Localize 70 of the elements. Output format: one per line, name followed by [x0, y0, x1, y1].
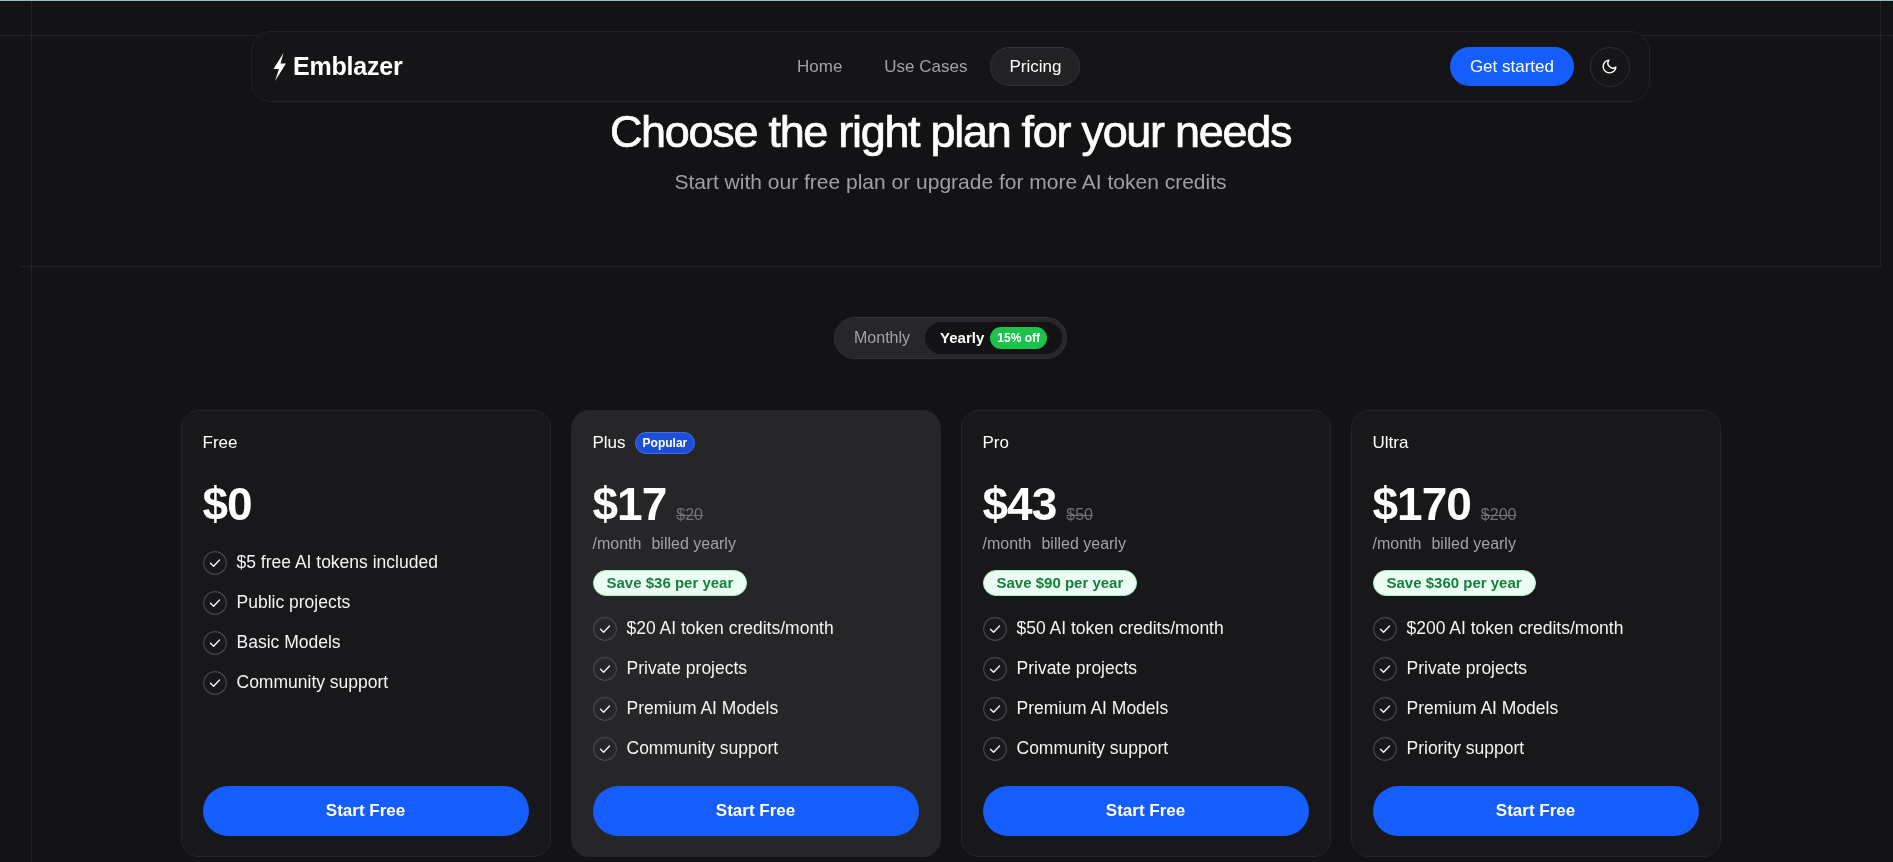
billing-option[interactable]: Yearly 15% off [925, 321, 1062, 354]
price-period: /month [982, 533, 1032, 554]
plan-price: $170 [1372, 477, 1471, 531]
start-button[interactable]: Start Free [982, 785, 1309, 836]
feature-text: Premium AI Models [1406, 698, 1559, 720]
billing-note: billed yearly [651, 533, 736, 554]
feature-text: $5 free AI tokens included [236, 552, 438, 574]
old-price: $200 [1480, 505, 1517, 524]
feature-text: $50 AI token credits/month [1016, 618, 1224, 640]
check-circle-icon [592, 696, 617, 721]
moon-icon [1601, 58, 1619, 75]
savings-badge: Save $90 per year [982, 569, 1138, 596]
check-circle-icon [1372, 656, 1397, 681]
feature-text: $20 AI token credits/month [626, 618, 834, 640]
billing-note: billed yearly [1431, 533, 1516, 554]
feature-text: Basic Models [236, 632, 341, 654]
hero-title: Choose the right plan for your needs [609, 106, 1292, 158]
feature-text: Private projects [1016, 658, 1138, 680]
check-circle-icon [592, 736, 617, 761]
theme-toggle-button[interactable] [1590, 46, 1630, 87]
check-circle-icon [982, 696, 1007, 721]
plan-price: $0 [202, 477, 252, 531]
feature-text: Public projects [236, 592, 351, 614]
plan-price: $17 [592, 477, 667, 531]
hero-subtitle: Start with our free plan or upgrade for more AI token credits [674, 169, 1227, 194]
old-price: $50 [1066, 505, 1093, 524]
feature-text: Community support [236, 672, 389, 694]
lightning-bolt-icon [272, 52, 287, 81]
savings-badge: Save $360 per year [1372, 569, 1536, 596]
popular-badge: Popular [634, 431, 696, 454]
feature-text: $200 AI token credits/month [1406, 618, 1624, 640]
get-started-button[interactable]: Get started [1449, 47, 1574, 86]
nav-link[interactable]: Pricing [990, 47, 1081, 86]
plan-name: Plus [592, 432, 626, 453]
discount-badge: 15% off [990, 326, 1047, 349]
start-button[interactable]: Start Free [1372, 785, 1699, 836]
feature-text: Priority support [1406, 738, 1525, 760]
check-circle-icon [592, 656, 617, 681]
feature-text: Community support [626, 738, 779, 760]
plan-name: Ultra [1372, 432, 1409, 453]
nav-link[interactable]: Use Cases [865, 47, 987, 86]
check-circle-icon [1372, 736, 1397, 761]
check-circle-icon [202, 630, 227, 655]
plan-price: $43 [982, 477, 1057, 531]
feature-text: Private projects [626, 658, 748, 680]
check-circle-icon [982, 656, 1007, 681]
logo-text[interactable]: Emblazer [293, 52, 403, 81]
plan-name: Free [202, 432, 238, 453]
check-circle-icon [1372, 696, 1397, 721]
price-period: /month [592, 533, 642, 554]
check-circle-icon [202, 670, 227, 695]
check-circle-icon [1372, 616, 1397, 641]
savings-badge: Save $36 per year [592, 569, 748, 596]
start-button[interactable]: Start Free [592, 785, 919, 836]
nav-link[interactable]: Home [778, 47, 862, 86]
check-circle-icon [592, 616, 617, 641]
old-price: $20 [676, 505, 703, 524]
start-button[interactable]: Start Free [202, 785, 529, 836]
check-circle-icon [202, 550, 227, 575]
price-period: /month [1372, 533, 1422, 554]
billing-option[interactable]: Monthly [839, 321, 926, 354]
check-circle-icon [982, 736, 1007, 761]
check-circle-icon [202, 590, 227, 615]
plan-name: Pro [982, 432, 1009, 453]
feature-text: Private projects [1406, 658, 1528, 680]
feature-text: Premium AI Models [1016, 698, 1169, 720]
billing-note: billed yearly [1041, 533, 1126, 554]
feature-text: Community support [1016, 738, 1169, 760]
check-circle-icon [982, 616, 1007, 641]
feature-text: Premium AI Models [626, 698, 779, 720]
